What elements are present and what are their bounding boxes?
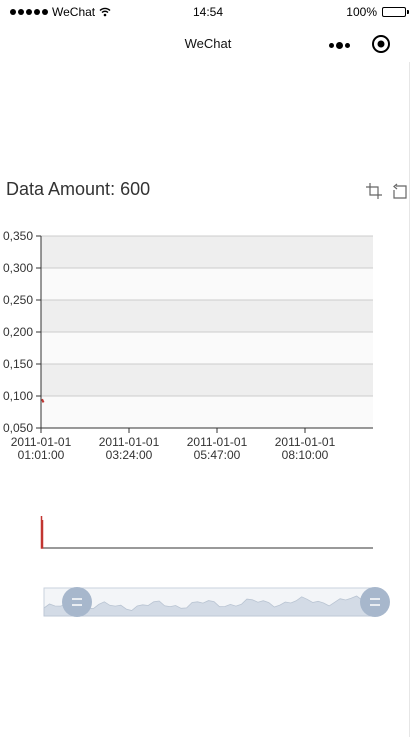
chart: 0,050 0,100 0,150 0,200 0,250 0,300 0,350 2011… [3, 229, 390, 617]
status-bar: WeChat 14:54 100% [0, 0, 416, 26]
x-tick-label: 2011-01-01 03:24:00 [99, 435, 160, 462]
split-area-band [41, 396, 373, 428]
x-tick-date: 2011-01-01 [187, 435, 248, 449]
preview-series-line [40, 516, 44, 549]
nav-title: WeChat [184, 36, 232, 51]
split-area-band [41, 332, 373, 364]
battery-percent: 100% [346, 5, 377, 19]
x-tick-date: 2011-01-01 [11, 435, 72, 449]
zoom-handle-left[interactable] [62, 587, 92, 617]
data-zoom-icon[interactable] [366, 183, 382, 199]
y-tick-label: 0,350 [3, 229, 33, 243]
record-target-icon[interactable] [371, 34, 391, 54]
y-tick-label: 0,150 [3, 357, 33, 371]
zoom-handle-right[interactable] [360, 587, 390, 617]
x-tick-time: 08:10:00 [282, 448, 329, 462]
x-tick-time: 05:47:00 [194, 448, 241, 462]
nav-bar: WeChat [0, 26, 416, 62]
y-tick-label: 0,200 [3, 325, 33, 339]
x-tick-label: 2011-01-01 08:10:00 [275, 435, 336, 462]
y-tick-label: 0,300 [3, 261, 33, 275]
battery-icon [382, 7, 409, 17]
split-area-band [41, 364, 373, 396]
x-tick-time: 01:01:00 [18, 448, 65, 462]
y-tick-label: 0,050 [3, 421, 33, 435]
status-right: 100% [346, 5, 409, 19]
split-area-band [41, 236, 373, 268]
x-tick-label: 2011-01-01 05:47:00 [187, 435, 248, 462]
x-tick-time: 03:24:00 [106, 448, 153, 462]
split-area-band [41, 300, 373, 332]
zoom-reset-icon[interactable] [391, 183, 407, 199]
x-tick-date: 2011-01-01 [99, 435, 160, 449]
y-tick-label: 0,250 [3, 293, 33, 307]
series-line [41, 398, 45, 403]
chart-title: Data Amount: 600 [6, 179, 151, 199]
y-tick-label: 0,100 [3, 389, 33, 403]
x-tick-label: 2011-01-01 01:01:00 [11, 435, 72, 462]
more-dots-icon[interactable] [326, 38, 352, 52]
x-tick-date: 2011-01-01 [275, 435, 336, 449]
split-area-band [41, 268, 373, 300]
